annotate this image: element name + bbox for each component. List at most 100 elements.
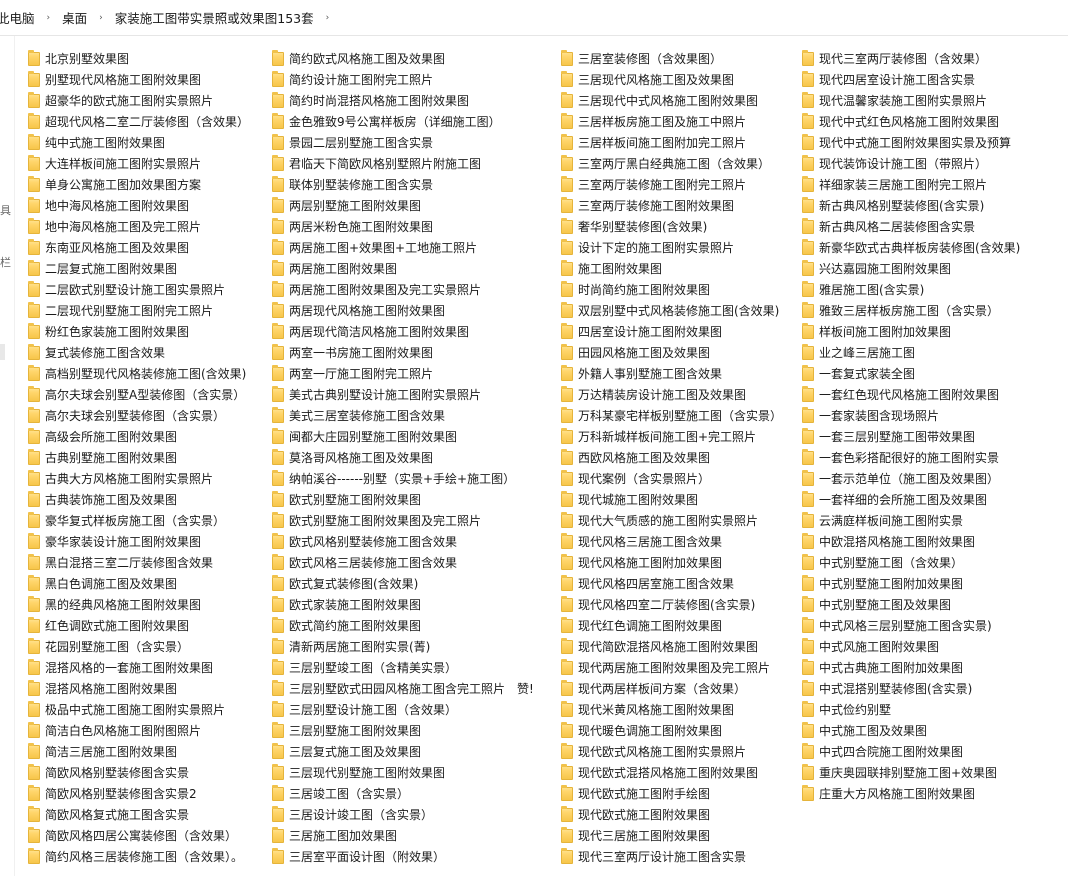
folder-item[interactable]: 新豪华欧式古典样板房装修图(含效果) bbox=[802, 237, 1020, 258]
folder-item[interactable]: 重庆奥园联排别墅施工图+效果图 bbox=[802, 762, 1020, 783]
folder-item[interactable]: 中欧混搭风格施工图附效果图 bbox=[802, 531, 1020, 552]
folder-item[interactable]: 豪华复式样板房施工图（含实景） bbox=[28, 510, 249, 531]
folder-item[interactable]: 纳帕溪谷------别墅（实景+手绘+施工图） bbox=[272, 468, 534, 489]
folder-item[interactable]: 现代四居室设计施工图含实景 bbox=[802, 69, 1020, 90]
folder-item[interactable]: 中式风施工图附效果图 bbox=[802, 636, 1020, 657]
folder-item[interactable]: 简约欧式风格施工图及效果图 bbox=[272, 48, 534, 69]
folder-item[interactable]: 简约时尚混搭风格施工图附效果图 bbox=[272, 90, 534, 111]
folder-item[interactable]: 三居室装修图（含效果图） bbox=[561, 48, 782, 69]
folder-item[interactable]: 二层欧式别墅设计施工图实景照片 bbox=[28, 279, 249, 300]
folder-item[interactable]: 三居现代中式风格施工图附效果图 bbox=[561, 90, 782, 111]
folder-item[interactable]: 现代温馨家装施工图附实景照片 bbox=[802, 90, 1020, 111]
folder-item[interactable]: 现代风格施工图附加效果图 bbox=[561, 552, 782, 573]
folder-item[interactable]: 北京别墅效果图 bbox=[28, 48, 249, 69]
folder-item[interactable]: 花园别墅施工图（含实景） bbox=[28, 636, 249, 657]
folder-item[interactable]: 欧式别墅施工图附效果图及完工照片 bbox=[272, 510, 534, 531]
folder-item[interactable]: 现代中式施工图附效果图实景及预算 bbox=[802, 132, 1020, 153]
folder-item[interactable]: 三居样板间施工图附加完工照片 bbox=[561, 132, 782, 153]
folder-item[interactable]: 现代装饰设计施工图（带照片） bbox=[802, 153, 1020, 174]
folder-item[interactable]: 单身公寓施工图加效果图方案 bbox=[28, 174, 249, 195]
folder-item[interactable]: 莫洛哥风格施工图及效果图 bbox=[272, 447, 534, 468]
folder-item[interactable]: 三层复式施工图及效果图 bbox=[272, 741, 534, 762]
folder-item[interactable]: 一套复式家装全图 bbox=[802, 363, 1020, 384]
folder-item[interactable]: 现代简欧混搭风格施工图附效果图 bbox=[561, 636, 782, 657]
folder-item[interactable]: 现代两居施工图附效果图及完工照片 bbox=[561, 657, 782, 678]
folder-item[interactable]: 云满庭样板间施工图附实景 bbox=[802, 510, 1020, 531]
address-bar[interactable]: 此电脑 › 桌面 › 家装施工图带实景照或效果图153套 › bbox=[0, 0, 1068, 36]
folder-item[interactable]: 三居现代风格施工图及效果图 bbox=[561, 69, 782, 90]
folder-item[interactable]: 三室两厅装修施工图附效果图 bbox=[561, 195, 782, 216]
folder-item[interactable]: 黑白混搭三室二厅装修图含效果 bbox=[28, 552, 249, 573]
folder-item[interactable]: 简约设计施工图附完工照片 bbox=[272, 69, 534, 90]
folder-item[interactable]: 豪华家装设计施工图附效果图 bbox=[28, 531, 249, 552]
folder-item[interactable]: 一套家装图含现场照片 bbox=[802, 405, 1020, 426]
folder-item[interactable]: 高尔夫球会别墅装修图（含实景） bbox=[28, 405, 249, 426]
folder-item[interactable]: 万达精装房设计施工图及效果图 bbox=[561, 384, 782, 405]
folder-item[interactable]: 三居样板房施工图及施工中照片 bbox=[561, 111, 782, 132]
folder-item[interactable]: 施工图附效果图 bbox=[561, 258, 782, 279]
folder-item[interactable]: 现代三居施工图附效果图 bbox=[561, 825, 782, 846]
folder-item[interactable]: 现代两居样板间方案（含效果） bbox=[561, 678, 782, 699]
folder-item[interactable]: 现代红色调施工图附效果图 bbox=[561, 615, 782, 636]
folder-item[interactable]: 闽都大庄园别墅施工图附效果图 bbox=[272, 426, 534, 447]
folder-item[interactable]: 现代米黄风格施工图附效果图 bbox=[561, 699, 782, 720]
folder-item[interactable]: 三层别墅施工图附效果图 bbox=[272, 720, 534, 741]
folder-item[interactable]: 两层别墅施工图附效果图 bbox=[272, 195, 534, 216]
folder-item[interactable]: 双层别墅中式风格装修施工图(含效果) bbox=[561, 300, 782, 321]
folder-item[interactable]: 现代欧式混搭风格施工图附效果图 bbox=[561, 762, 782, 783]
folder-item[interactable]: 现代三室两厅设计施工图含实景 bbox=[561, 846, 782, 867]
folder-item[interactable]: 纯中式施工图附效果图 bbox=[28, 132, 249, 153]
folder-item[interactable]: 两居施工图+效果图+工地施工照片 bbox=[272, 237, 534, 258]
folder-item[interactable]: 古典装饰施工图及效果图 bbox=[28, 489, 249, 510]
folder-item[interactable]: 祥细家装三居施工图附完工照片 bbox=[802, 174, 1020, 195]
folder-item[interactable]: 一套祥细的会所施工图及效果图 bbox=[802, 489, 1020, 510]
folder-item[interactable]: 中式别墅施工图（含效果） bbox=[802, 552, 1020, 573]
folder-item[interactable]: 别墅现代风格施工图附效果图 bbox=[28, 69, 249, 90]
folder-item[interactable]: 地中海风格施工图附效果图 bbox=[28, 195, 249, 216]
folder-item[interactable]: 四居室设计施工图附效果图 bbox=[561, 321, 782, 342]
folder-item[interactable]: 一套三层别墅施工图带效果图 bbox=[802, 426, 1020, 447]
folder-item[interactable]: 两居现代风格施工图附效果图 bbox=[272, 300, 534, 321]
folder-item[interactable]: 混搭风格的一套施工图附效果图 bbox=[28, 657, 249, 678]
folder-item[interactable]: 简欧风格别墅装修图含实景2 bbox=[28, 783, 249, 804]
folder-item[interactable]: 两居施工图附效果图及完工实景照片 bbox=[272, 279, 534, 300]
folder-item[interactable]: 现代三室两厅装修图（含效果） bbox=[802, 48, 1020, 69]
folder-item[interactable]: 三层别墅竣工图（含精美实景） bbox=[272, 657, 534, 678]
folder-item[interactable]: 复式装修施工图含效果 bbox=[28, 342, 249, 363]
folder-item[interactable]: 金色雅致9号公寓样板房（详细施工图） bbox=[272, 111, 534, 132]
folder-item[interactable]: 现代欧式施工图附效果图 bbox=[561, 804, 782, 825]
folder-item[interactable]: 样板间施工图附加效果图 bbox=[802, 321, 1020, 342]
folder-item[interactable]: 超现代风格二室二厅装修图（含效果） bbox=[28, 111, 249, 132]
folder-item[interactable]: 美式古典别墅设计施工图附实景照片 bbox=[272, 384, 534, 405]
folder-item[interactable]: 景园二层别墅施工图含实景 bbox=[272, 132, 534, 153]
breadcrumb-this-pc[interactable]: 此电脑 bbox=[0, 8, 41, 27]
folder-item[interactable]: 中式俭约别墅 bbox=[802, 699, 1020, 720]
folder-item[interactable]: 三层现代别墅施工图附效果图 bbox=[272, 762, 534, 783]
folder-item[interactable]: 欧式风格别墅装修施工图含效果 bbox=[272, 531, 534, 552]
folder-item[interactable]: 设计下定的施工图附实景照片 bbox=[561, 237, 782, 258]
folder-item[interactable]: 高级会所施工图附效果图 bbox=[28, 426, 249, 447]
folder-item[interactable]: 黑的经典风格施工图附效果图 bbox=[28, 594, 249, 615]
folder-item[interactable]: 现代案例（含实景照片） bbox=[561, 468, 782, 489]
file-list[interactable]: 北京别墅效果图 别墅现代风格施工图附效果图 超豪华的欧式施工图附实景照片 超现代风格二… bbox=[0, 36, 1068, 876]
folder-item[interactable]: 欧式风格三居装修施工图含效果 bbox=[272, 552, 534, 573]
folder-item[interactable]: 两室一厅施工图附完工照片 bbox=[272, 363, 534, 384]
folder-item[interactable]: 欧式简约施工图附效果图 bbox=[272, 615, 534, 636]
folder-item[interactable]: 三层别墅欧式田园风格施工图含完工照片 赞! bbox=[272, 678, 534, 699]
folder-item[interactable]: 简欧风格四居公寓装修图（含效果） bbox=[28, 825, 249, 846]
folder-item[interactable]: 中式别墅施工图附加效果图 bbox=[802, 573, 1020, 594]
breadcrumb-desktop[interactable]: 桌面 bbox=[56, 8, 93, 27]
folder-item[interactable]: 一套示范单位（施工图及效果图） bbox=[802, 468, 1020, 489]
folder-item[interactable]: 欧式别墅施工图附效果图 bbox=[272, 489, 534, 510]
folder-item[interactable]: 极品中式施工图施工图附实景照片 bbox=[28, 699, 249, 720]
folder-item[interactable]: 万科新城样板间施工图+完工照片 bbox=[561, 426, 782, 447]
folder-item[interactable]: 田园风格施工图及效果图 bbox=[561, 342, 782, 363]
folder-item[interactable]: 两居米粉色施工图附效果图 bbox=[272, 216, 534, 237]
folder-item[interactable]: 中式古典施工图附加效果图 bbox=[802, 657, 1020, 678]
folder-item[interactable]: 粉红色家装施工图附效果图 bbox=[28, 321, 249, 342]
folder-item[interactable]: 黑白色调施工图及效果图 bbox=[28, 573, 249, 594]
folder-item[interactable]: 清新两居施工图附实景(菁) bbox=[272, 636, 534, 657]
folder-item[interactable]: 欧式复式装修图(含效果) bbox=[272, 573, 534, 594]
folder-item[interactable]: 现代大气质感的施工图附实景照片 bbox=[561, 510, 782, 531]
folder-item[interactable]: 现代暖色调施工图附效果图 bbox=[561, 720, 782, 741]
